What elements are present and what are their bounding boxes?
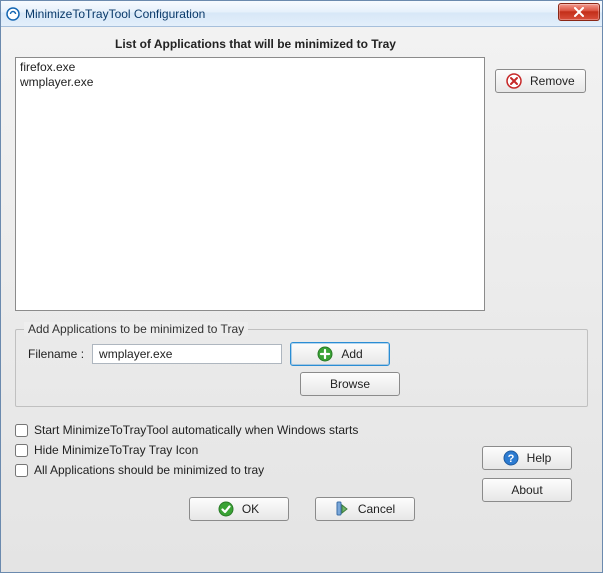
help-label: Help — [527, 451, 552, 465]
all-apps-input[interactable] — [15, 464, 28, 477]
help-button[interactable]: ? Help — [482, 446, 572, 470]
remove-icon — [506, 73, 522, 89]
autostart-label: Start MinimizeToTrayTool automatically w… — [34, 423, 358, 437]
add-groupbox: Add Applications to be minimized to Tray… — [15, 329, 588, 407]
filename-label: Filename : — [28, 347, 84, 361]
remove-button[interactable]: Remove — [495, 69, 586, 93]
filename-input[interactable] — [92, 344, 282, 364]
browse-label: Browse — [330, 377, 370, 391]
client-area: List of Applications that will be minimi… — [1, 27, 602, 572]
add-button[interactable]: Add — [290, 342, 390, 366]
autostart-checkbox[interactable]: Start MinimizeToTrayTool automatically w… — [15, 423, 588, 437]
filename-row: Filename : Add — [28, 342, 575, 366]
add-group-legend: Add Applications to be minimized to Tray — [24, 322, 248, 336]
list-header: List of Applications that will be minimi… — [15, 37, 588, 51]
ok-button[interactable]: OK — [189, 497, 289, 521]
close-button[interactable] — [558, 3, 600, 21]
all-apps-label: All Applications should be minimized to … — [34, 463, 264, 477]
list-item[interactable]: wmplayer.exe — [20, 75, 480, 90]
add-label: Add — [341, 347, 362, 361]
applications-listbox[interactable]: firefox.exe wmplayer.exe — [15, 57, 485, 311]
svg-text:?: ? — [507, 453, 514, 465]
browse-row: Browse — [28, 372, 575, 396]
hide-icon-input[interactable] — [15, 444, 28, 457]
add-icon — [317, 346, 333, 362]
help-icon: ? — [503, 450, 519, 466]
close-icon — [573, 7, 585, 17]
remove-label: Remove — [530, 74, 575, 88]
config-window: MinimizeToTrayTool Configuration List of… — [0, 0, 603, 573]
cancel-button[interactable]: Cancel — [315, 497, 415, 521]
side-buttons: Remove — [495, 57, 586, 93]
ok-icon — [218, 501, 234, 517]
browse-button[interactable]: Browse — [300, 372, 400, 396]
cancel-label: Cancel — [358, 502, 395, 516]
window-title: MinimizeToTrayTool Configuration — [25, 7, 205, 21]
list-item[interactable]: firefox.exe — [20, 60, 480, 75]
top-row: firefox.exe wmplayer.exe Remove — [15, 57, 588, 311]
lower-area: Start MinimizeToTrayTool automatically w… — [15, 407, 588, 560]
app-icon — [5, 6, 21, 22]
autostart-input[interactable] — [15, 424, 28, 437]
about-button[interactable]: About — [482, 478, 572, 502]
about-label: About — [511, 483, 542, 497]
titlebar: MinimizeToTrayTool Configuration — [1, 1, 602, 27]
right-buttons: ? Help About — [482, 446, 572, 502]
hide-icon-label: Hide MinimizeToTray Tray Icon — [34, 443, 198, 457]
ok-label: OK — [242, 502, 259, 516]
cancel-icon — [334, 501, 350, 517]
